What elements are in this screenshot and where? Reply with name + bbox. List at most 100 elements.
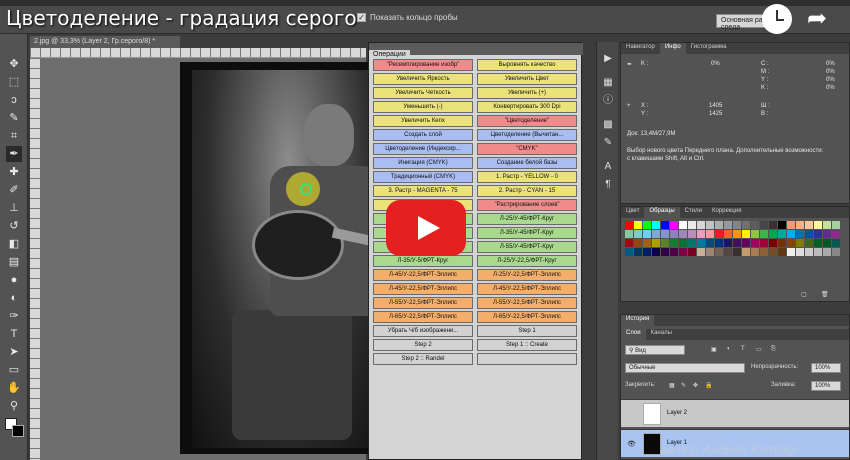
color-swatch[interactable] (760, 239, 768, 247)
color-swatch[interactable] (814, 239, 822, 247)
lock-all-icon[interactable]: 🔒 (705, 382, 712, 389)
color-swatch[interactable] (742, 239, 750, 247)
color-swatch[interactable] (661, 230, 669, 238)
color-swatch[interactable] (832, 230, 840, 238)
color-swatch[interactable] (625, 239, 633, 247)
color-swatch[interactable] (742, 221, 750, 229)
action-button[interactable]: Убрать Ч/б изображени... (373, 325, 473, 337)
color-swatch[interactable] (634, 221, 642, 229)
info-icon[interactable]: ⓘ (601, 94, 615, 108)
color-swatch[interactable] (796, 239, 804, 247)
healing-brush-tool-icon[interactable]: ✚ (6, 164, 22, 180)
action-button[interactable]: Step 1 (477, 325, 577, 337)
filter-type-icon[interactable]: T (741, 346, 745, 352)
swatches-panel-tab[interactable]: Цвет (621, 207, 644, 218)
color-swatch[interactable] (778, 239, 786, 247)
action-button[interactable]: "Ресемплирование изобр" (373, 59, 473, 71)
action-button[interactable]: Л-55/У-22,5/ФРТ-Эллипс (373, 297, 473, 309)
color-swatch[interactable] (823, 239, 831, 247)
rectangle-tool-icon[interactable]: ▭ (6, 362, 22, 378)
action-button[interactable]: 1. Растр - YELLOW - 0 (477, 171, 577, 183)
blend-mode-select[interactable]: Обычные (625, 363, 745, 373)
color-swatch[interactable] (670, 221, 678, 229)
color-swatch[interactable] (751, 239, 759, 247)
type-tool-icon[interactable]: T (6, 326, 22, 342)
color-swatch[interactable] (625, 230, 633, 238)
action-button[interactable]: Цветоделение (Индексир... (373, 143, 473, 155)
opacity-input[interactable]: 100% (811, 363, 841, 373)
color-swatch[interactable] (832, 221, 840, 229)
action-button[interactable]: Л-25/У-22,5/ФРТ-Эллипс (477, 269, 577, 281)
action-button[interactable]: Л-45/У-22,5/ФРТ-Эллипс (373, 283, 473, 295)
action-button[interactable]: Конвертировать 300 Dpi (477, 101, 577, 113)
path-selection-tool-icon[interactable]: ➤ (6, 344, 22, 360)
action-button[interactable]: Л-25/У-45/ФРТ-Круг (477, 213, 577, 225)
character-icon[interactable]: A (601, 160, 615, 174)
clone-stamp-tool-icon[interactable]: ⊥ (6, 200, 22, 216)
action-button[interactable]: 2. Растр - CYAN - 15 (477, 185, 577, 197)
new-swatch-icon[interactable]: ▢ (801, 291, 807, 298)
color-swatch[interactable] (715, 230, 723, 238)
lock-move-icon[interactable]: ✥ (693, 382, 698, 389)
color-swatch[interactable] (751, 221, 759, 229)
color-swatch[interactable] (670, 248, 678, 256)
color-swatch[interactable] (679, 239, 687, 247)
histogram-icon[interactable]: ▦ (601, 76, 615, 90)
color-swatch[interactable] (643, 248, 651, 256)
visibility-eye-icon[interactable]: 👁 (627, 440, 636, 448)
share-icon[interactable]: ➦ (802, 6, 832, 32)
action-button[interactable]: Л-65/У-22,5/ФРТ-Эллипс (477, 311, 577, 323)
color-swatch[interactable] (760, 248, 768, 256)
eyedropper-tool-icon[interactable]: ✒ (6, 146, 22, 162)
action-button[interactable]: Увеличить Цвет (477, 73, 577, 85)
color-swatch[interactable] (634, 239, 642, 247)
swatches-panel-tab[interactable]: Коррекция (707, 207, 747, 218)
color-swatch[interactable] (661, 221, 669, 229)
action-button[interactable]: "CMYK" (477, 143, 577, 155)
filter-adjust-icon[interactable]: ◑ (726, 346, 730, 352)
color-swatch[interactable] (634, 248, 642, 256)
filter-shape-icon[interactable]: ▭ (756, 346, 762, 353)
color-swatch[interactable] (724, 248, 732, 256)
color-swatch[interactable] (805, 221, 813, 229)
document-tab[interactable]: 2.jpg @ 33,3% (Layer 2, Гр.серого/8) * (30, 36, 180, 48)
color-swatch[interactable] (643, 230, 651, 238)
action-button[interactable]: Step 2 :: Randel (373, 353, 473, 365)
action-button[interactable]: Увеличить Кепх (373, 115, 473, 127)
checkmark-icon[interactable]: ✓ (357, 13, 366, 22)
color-swatch[interactable] (796, 230, 804, 238)
color-swatch[interactable] (661, 239, 669, 247)
color-swatch[interactable] (679, 230, 687, 238)
color-swatch[interactable] (661, 248, 669, 256)
color-swatch[interactable] (688, 239, 696, 247)
paragraph-icon[interactable]: ¶ (601, 178, 615, 192)
color-swatch[interactable] (652, 230, 660, 238)
video-title[interactable]: Цветоделение - градация серого (6, 6, 357, 30)
color-swatch[interactable] (697, 230, 705, 238)
color-swatch[interactable] (733, 230, 741, 238)
color-swatch[interactable] (787, 248, 795, 256)
color-swatch[interactable] (769, 239, 777, 247)
color-swatch[interactable] (643, 221, 651, 229)
eraser-tool-icon[interactable]: ◧ (6, 236, 22, 252)
background-color-swatch[interactable] (12, 425, 24, 437)
color-swatch[interactable] (643, 239, 651, 247)
color-swatch[interactable] (805, 248, 813, 256)
action-button[interactable]: Л-25/У-22,5/ФРТ-Круг (477, 255, 577, 267)
color-swatch[interactable] (652, 248, 660, 256)
action-button[interactable]: "Растрирование слоев" (477, 199, 577, 211)
color-swatch[interactable] (814, 230, 822, 238)
swatches-icon[interactable]: ▩ (601, 118, 615, 132)
color-swatch[interactable] (742, 230, 750, 238)
action-button[interactable]: Step 2 (373, 339, 473, 351)
color-swatch[interactable] (823, 248, 831, 256)
quick-selection-tool-icon[interactable]: ✎ (6, 110, 22, 126)
crop-tool-icon[interactable]: ⌗ (6, 128, 22, 144)
color-swatch[interactable] (805, 230, 813, 238)
video-play-button[interactable] (386, 200, 466, 256)
color-swatch[interactable] (787, 221, 795, 229)
action-button[interactable]: Увеличить Яркость (373, 73, 473, 85)
color-swatch[interactable] (733, 221, 741, 229)
filter-image-icon[interactable]: ▣ (711, 346, 717, 353)
color-swatch[interactable] (625, 221, 633, 229)
